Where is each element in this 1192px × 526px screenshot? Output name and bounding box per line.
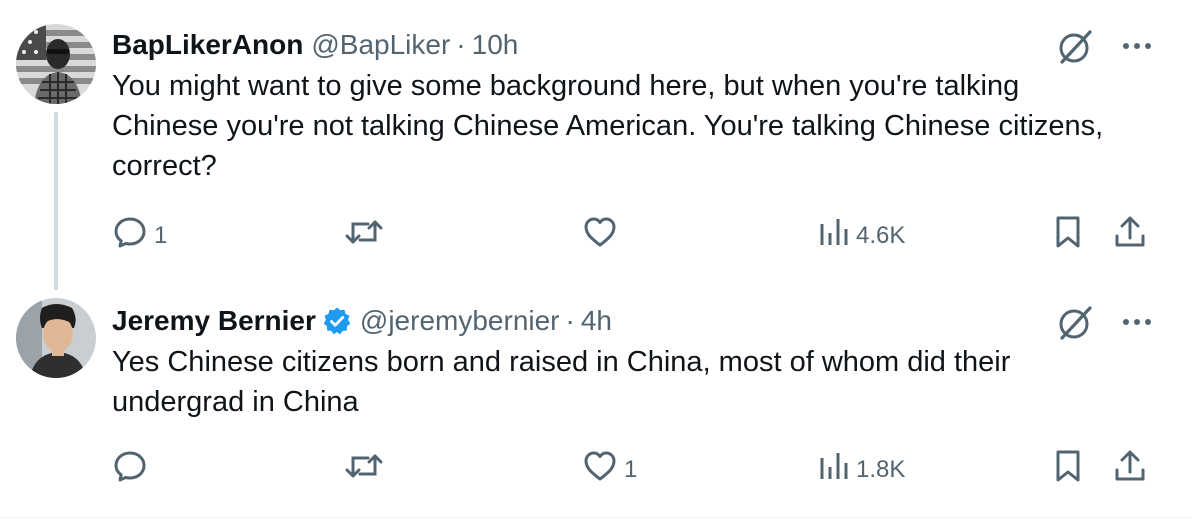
like-button[interactable] (582, 214, 618, 257)
share-button[interactable] (1112, 448, 1148, 491)
timestamp[interactable]: 10h (472, 29, 519, 61)
tweet-header: Jeremy Bernier @jeremybernier · 4h (112, 302, 1152, 340)
grok-slash-icon[interactable] (1056, 302, 1096, 342)
heart-icon (582, 214, 618, 257)
bookmark-button[interactable] (1052, 448, 1084, 491)
grok-slash-icon[interactable] (1056, 26, 1096, 66)
reply-thread: BapLikerAnon @BapLiker · 10h You might w… (0, 0, 1192, 526)
more-dots-icon[interactable] (1122, 317, 1152, 327)
tweet-text: Yes Chinese citizens born and raised in … (112, 346, 1011, 418)
reply-icon (112, 214, 148, 257)
bookmark-button[interactable] (1052, 214, 1084, 257)
tweet-jeremybernier[interactable]: Jeremy Bernier @jeremybernier · 4h Yes C… (0, 290, 1192, 526)
views-bar-chart-icon (818, 214, 850, 257)
bookmark-icon (1052, 448, 1084, 491)
views-count: 4.6K (856, 221, 906, 249)
tweet-actions: 1 4.6K (112, 214, 1152, 254)
author-name[interactable]: Jeremy Bernier (112, 305, 316, 337)
share-button[interactable] (1112, 214, 1148, 257)
repost-icon (344, 214, 384, 257)
reply-count: 1 (154, 221, 168, 249)
timestamp[interactable]: 4h (581, 305, 612, 337)
views-button[interactable]: 4.6K (818, 214, 905, 257)
more-dots-icon[interactable] (1122, 41, 1152, 51)
tweet-actions: 1 1.8K (112, 448, 1152, 488)
avatar[interactable] (16, 24, 96, 104)
author-name[interactable]: BapLikerAnon (112, 29, 303, 61)
verified-badge-icon[interactable] (322, 306, 352, 336)
separator-dot: · (456, 29, 466, 60)
like-button[interactable]: 1 (582, 448, 637, 491)
repost-icon (344, 448, 384, 491)
reply-button[interactable] (112, 448, 148, 491)
views-count: 1.8K (856, 455, 906, 483)
tweet-header: BapLikerAnon @BapLiker · 10h (112, 26, 1152, 64)
divider (0, 517, 1192, 518)
separator-dot: · (565, 305, 575, 336)
repost-button[interactable] (344, 448, 384, 491)
views-bar-chart-icon (818, 448, 850, 491)
author-handle[interactable]: @jeremybernier (360, 305, 560, 337)
like-count: 1 (624, 455, 638, 483)
share-icon (1112, 214, 1148, 257)
reply-button[interactable]: 1 (112, 214, 167, 257)
bookmark-icon (1052, 214, 1084, 257)
avatar[interactable] (16, 298, 96, 378)
reply-icon (112, 448, 148, 491)
share-icon (1112, 448, 1148, 491)
thread-connector-line (54, 112, 58, 290)
heart-icon (582, 448, 618, 491)
repost-button[interactable] (344, 214, 384, 257)
views-button[interactable]: 1.8K (818, 448, 905, 491)
tweet-baplikeranon[interactable]: BapLikerAnon @BapLiker · 10h You might w… (0, 0, 1192, 290)
tweet-text: You might want to give some background h… (112, 70, 1104, 182)
author-handle[interactable]: @BapLiker (311, 29, 450, 61)
